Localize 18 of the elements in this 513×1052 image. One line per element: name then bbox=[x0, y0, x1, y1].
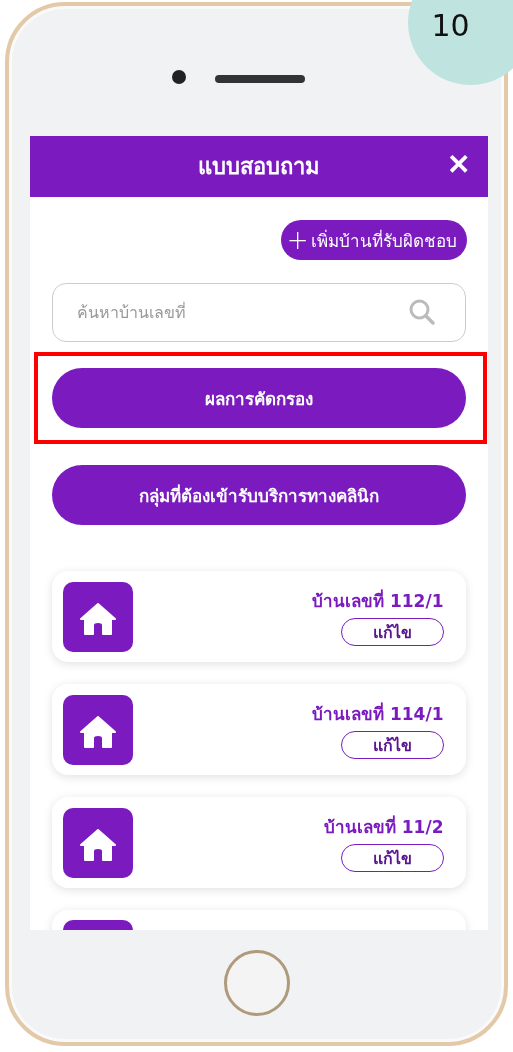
header-title: แบบสอบถาม bbox=[197, 153, 320, 181]
house-card[interactable]: บ้านเลขที่ 112/1 แก้ไข bbox=[51, 571, 466, 662]
search-field[interactable]: ค้นหาบ้านเลขที่ bbox=[51, 283, 466, 342]
house-card[interactable]: บ้านเลขที่ 114/1 แก้ไข bbox=[51, 684, 466, 775]
add-house-button[interactable]: +เพิ่มบ้านที่รับผิดชอบ bbox=[280, 220, 467, 260]
house-number: บ้านเลขที่ 112/1 bbox=[312, 588, 444, 613]
house-number: บ้านเลขที่ 11/2 bbox=[323, 814, 444, 839]
edit-button[interactable]: แก้ไข bbox=[340, 731, 444, 759]
edit-button[interactable]: แก้ไข bbox=[340, 844, 444, 872]
house-number: บ้านเลขที่ 114/1 bbox=[312, 701, 444, 726]
edit-button[interactable]: แก้ไข bbox=[340, 618, 444, 646]
close-button[interactable]: ✕ bbox=[440, 146, 476, 183]
action-button[interactable]: กลุ่มที่ต้องเข้ารับบริการทางคลินิก bbox=[51, 465, 466, 525]
action-button[interactable]: ผลการคัดกรอง bbox=[51, 368, 466, 428]
camera-icon bbox=[172, 70, 186, 84]
search-icon bbox=[407, 298, 436, 326]
speaker-icon bbox=[215, 75, 305, 83]
house-card[interactable]: บ้านเลขที่ 11/2 แก้ไข bbox=[51, 797, 466, 888]
